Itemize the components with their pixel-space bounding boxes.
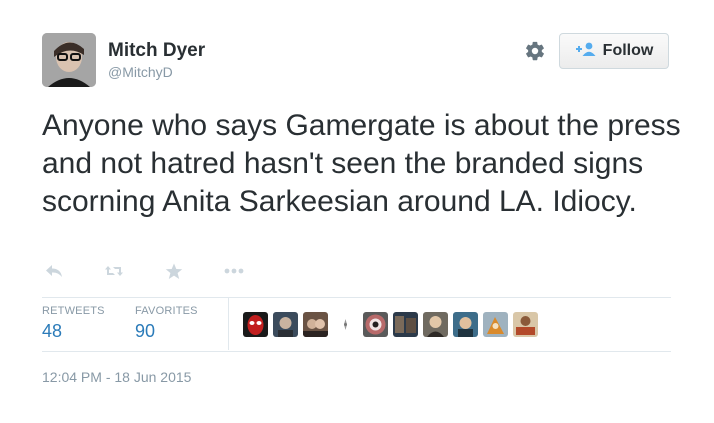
- favoriter-avatar[interactable]: [243, 312, 268, 337]
- favorites-stat[interactable]: FAVORITES 90: [135, 305, 198, 342]
- tweet-text: Anyone who says Gamergate is about the p…: [42, 109, 681, 218]
- favoriter-avatar[interactable]: [483, 312, 508, 337]
- stats-separator: [228, 298, 229, 350]
- favorites-count[interactable]: 90: [135, 321, 198, 342]
- favoriter-avatars: [243, 312, 543, 337]
- favoriter-avatar[interactable]: [393, 312, 418, 337]
- stats-top-divider: [42, 297, 671, 298]
- retweets-label: RETWEETS: [42, 305, 105, 317]
- author-handle[interactable]: @MitchyD: [108, 64, 173, 80]
- tweet-actions: [44, 262, 284, 280]
- favorites-label: FAVORITES: [135, 305, 198, 317]
- author-avatar[interactable]: [42, 33, 96, 87]
- gear-icon[interactable]: [524, 40, 546, 62]
- retweet-icon[interactable]: [104, 262, 124, 280]
- favoriter-avatar[interactable]: [333, 312, 358, 337]
- reply-icon[interactable]: [44, 262, 64, 280]
- favoriter-avatar[interactable]: [303, 312, 328, 337]
- more-icon[interactable]: [224, 262, 244, 280]
- favorite-icon[interactable]: [164, 262, 184, 280]
- favoriter-avatar[interactable]: [513, 312, 538, 337]
- favoriter-avatar[interactable]: [273, 312, 298, 337]
- retweets-count[interactable]: 48: [42, 321, 105, 342]
- retweets-stat[interactable]: RETWEETS 48: [42, 305, 105, 342]
- add-user-icon: [575, 42, 597, 61]
- tweet-timestamp[interactable]: 12:04 PM - 18 Jun 2015: [42, 369, 191, 385]
- favoriter-avatar[interactable]: [363, 312, 388, 337]
- follow-button-label: Follow: [602, 42, 654, 59]
- follow-button[interactable]: Follow: [559, 33, 669, 69]
- favoriter-avatar[interactable]: [453, 312, 478, 337]
- stats-bottom-divider: [42, 351, 671, 352]
- author-name[interactable]: Mitch Dyer: [108, 40, 205, 62]
- favoriter-avatar[interactable]: [423, 312, 448, 337]
